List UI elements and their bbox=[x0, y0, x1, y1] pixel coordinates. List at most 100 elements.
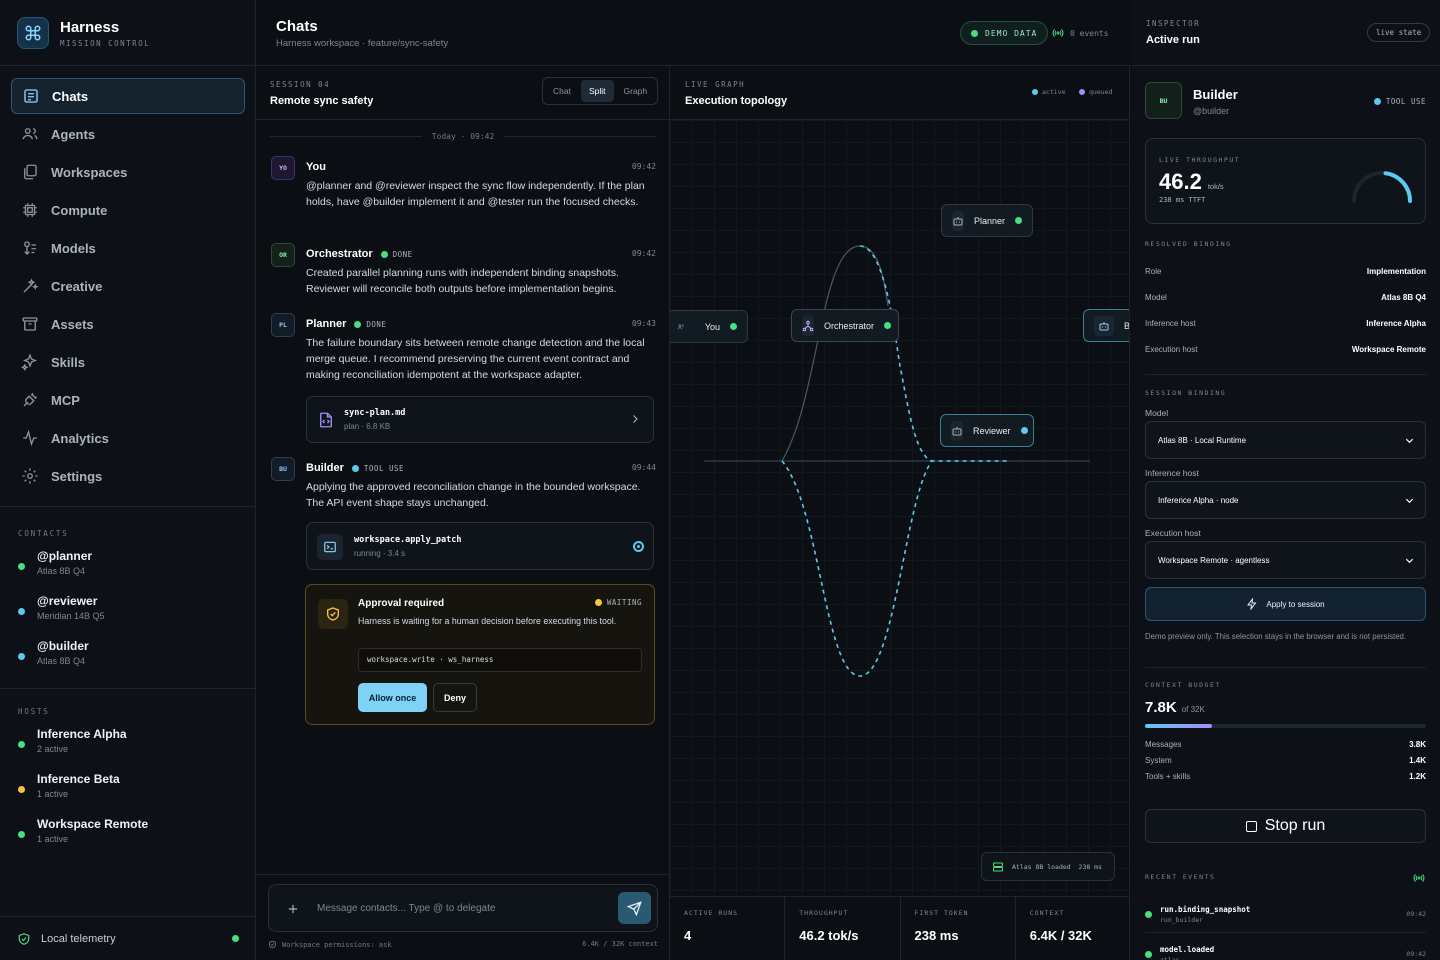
nav-item-settings[interactable]: Settings bbox=[11, 458, 245, 494]
tool-call-card[interactable]: workspace.apply_patch running · 3.4 s bbox=[306, 522, 654, 570]
contact-name: @planner bbox=[37, 549, 93, 563]
agent-avatar: BU bbox=[1145, 82, 1182, 119]
host-workspace-remote[interactable]: Workspace Remote 1 active bbox=[18, 817, 148, 844]
binding-row-model: Model Atlas 8B Q4 bbox=[1145, 293, 1426, 302]
context-budget-label: CONTEXT BUDGET bbox=[1145, 681, 1221, 689]
graph-node-you[interactable]: You bbox=[670, 310, 748, 343]
main-nav: Chats Agents Workspaces Compute Models C… bbox=[11, 78, 245, 496]
file-attachment[interactable]: sync-plan.md plan · 6.8 KB bbox=[306, 396, 654, 443]
host-inference-alpha[interactable]: Inference Alpha 2 active bbox=[18, 727, 127, 754]
event-item[interactable]: run.binding_snapshot run_builder 09:42 bbox=[1145, 897, 1426, 933]
nav-item-workspaces[interactable]: Workspaces bbox=[11, 154, 245, 190]
chat-header: SESSION 04 Remote sync safety Chat Split… bbox=[256, 66, 670, 120]
inference-host-select[interactable]: Inference Alpha · node bbox=[1145, 481, 1426, 519]
message-time: 09:43 bbox=[631, 319, 656, 328]
nav-item-analytics[interactable]: Analytics bbox=[11, 420, 245, 456]
message-time: 09:42 bbox=[631, 249, 656, 258]
event-item[interactable]: model.loaded atlas 09:42 bbox=[1145, 937, 1426, 960]
wand-icon bbox=[23, 278, 39, 293]
row-value: 1.4K bbox=[1409, 756, 1426, 765]
event-time: 09:42 bbox=[1406, 910, 1426, 918]
events-indicator[interactable]: 0 events bbox=[1052, 27, 1109, 39]
view-graph-button[interactable]: Graph bbox=[616, 80, 656, 102]
graph-pane: LIVE GRAPH Execution topology active que… bbox=[670, 66, 1130, 960]
nav-item-assets[interactable]: Assets bbox=[11, 306, 245, 342]
row-value: 1.2K bbox=[1409, 772, 1426, 781]
stop-run-button[interactable]: Stop run bbox=[1145, 809, 1426, 843]
bot-icon bbox=[1094, 315, 1114, 336]
row-key: Inference host bbox=[1145, 319, 1196, 328]
status-text: DONE bbox=[366, 319, 387, 329]
graph-node-builder[interactable]: Bu bbox=[1083, 309, 1129, 342]
approval-title: Approval required bbox=[358, 598, 445, 609]
apply-to-session-button[interactable]: Apply to session bbox=[1145, 587, 1426, 621]
nav-label: Creative bbox=[51, 278, 103, 294]
gauge-track bbox=[1352, 171, 1412, 203]
status-dot bbox=[594, 599, 602, 606]
contact-planner[interactable]: @planner Atlas 8B Q4 bbox=[18, 549, 92, 576]
plus-icon[interactable] bbox=[286, 902, 300, 916]
contact-reviewer[interactable]: @reviewer Meridian 14B Q5 bbox=[18, 594, 105, 621]
inference-field-label: Inference host bbox=[1145, 468, 1199, 478]
status-dot bbox=[971, 29, 978, 37]
throughput-value: 46.2 bbox=[1159, 169, 1202, 194]
message-composer: .composer input::placeholder{color:#7b87… bbox=[268, 884, 658, 932]
view-split-button[interactable]: Split bbox=[580, 80, 614, 102]
host-status: 2 active bbox=[37, 744, 69, 754]
status-dot bbox=[1020, 427, 1028, 434]
avatar: BU bbox=[271, 457, 295, 481]
deny-button[interactable]: Deny bbox=[433, 683, 477, 712]
nav-item-mcp[interactable]: MCP bbox=[11, 382, 245, 418]
message-time: 09:42 bbox=[631, 162, 656, 171]
telemetry-status[interactable]: Local telemetry bbox=[0, 916, 256, 960]
live-state-pill[interactable]: live state bbox=[1367, 23, 1431, 42]
nav-item-compute[interactable]: Compute bbox=[11, 192, 245, 228]
contact-builder[interactable]: @builder Atlas 8B Q4 bbox=[18, 639, 89, 666]
graph-edges bbox=[704, 245, 1090, 677]
send-icon bbox=[627, 900, 642, 916]
graph-stats: ACTIVE RUNS 4 THROUGHPUT 46.2 tok/s FIRST … bbox=[670, 896, 1129, 960]
message-author: You bbox=[306, 161, 326, 173]
context-progress-fill bbox=[1145, 724, 1213, 728]
graph-node-orchestrator[interactable]: Orchestrator bbox=[791, 309, 899, 342]
stat-first-token: FIRST TOKEN 238 ms bbox=[901, 897, 1016, 960]
brand[interactable]: Harness MISSION CONTROL bbox=[17, 17, 150, 49]
model-select[interactable]: Atlas 8B · Local Runtime bbox=[1145, 421, 1426, 459]
resolved-binding-label: RESOLVED BINDING bbox=[1145, 240, 1232, 248]
nav-item-skills[interactable]: Skills bbox=[11, 344, 245, 380]
binding-row-role: Role Implementation bbox=[1145, 267, 1426, 276]
nav-item-chats[interactable]: Chats bbox=[11, 78, 245, 114]
row-key: Messages bbox=[1145, 740, 1182, 749]
view-chat-button[interactable]: Chat bbox=[545, 80, 579, 102]
send-button[interactable] bbox=[618, 892, 651, 924]
chat-icon bbox=[24, 89, 38, 103]
permissions-text: Workspace permissions: ask bbox=[282, 940, 392, 949]
code-file-icon bbox=[320, 412, 332, 428]
edge-active-down bbox=[781, 460, 1010, 677]
host-inference-beta[interactable]: Inference Beta 1 active bbox=[18, 772, 120, 799]
file-name: sync-plan.md bbox=[344, 408, 406, 418]
nav-label: Models bbox=[51, 240, 96, 256]
page-subtitle: Harness workspace · feature/sync-safety bbox=[276, 38, 449, 49]
session-binding-label: SESSION BINDING bbox=[1145, 389, 1227, 397]
nav-item-creative[interactable]: Creative bbox=[11, 268, 245, 304]
nav-item-agents[interactable]: Agents bbox=[11, 116, 245, 152]
page-title: Chats bbox=[276, 18, 318, 35]
gear-icon bbox=[22, 468, 38, 484]
node-label: Orchestrator bbox=[824, 320, 875, 331]
graph-node-reviewer[interactable]: Reviewer bbox=[940, 414, 1034, 447]
approval-card: Approval required WAITING Harness is wai… bbox=[305, 584, 655, 725]
message-input[interactable] bbox=[317, 897, 557, 919]
allow-once-button[interactable]: Allow once bbox=[358, 683, 427, 712]
graph-node-planner[interactable]: Planner bbox=[941, 204, 1033, 237]
status-text: DONE bbox=[392, 249, 413, 259]
stat-label: ACTIVE RUNS bbox=[684, 909, 739, 917]
nav-item-models[interactable]: Models bbox=[11, 230, 245, 266]
agent-handle: @builder bbox=[1193, 106, 1230, 116]
execution-host-select[interactable]: Workspace Remote · agentless bbox=[1145, 541, 1426, 579]
status-text: WAITING bbox=[606, 598, 642, 607]
avatar: OR bbox=[271, 243, 295, 267]
inspector-title: Active run bbox=[1146, 34, 1200, 46]
inspector-header: INSPECTOR Active run live state bbox=[1130, 0, 1440, 66]
divider bbox=[0, 688, 256, 689]
